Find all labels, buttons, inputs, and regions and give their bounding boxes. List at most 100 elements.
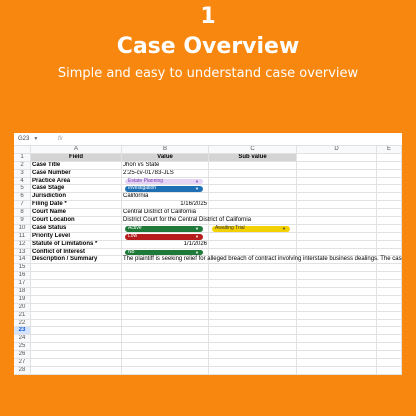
column-header-c[interactable]: C [209,146,297,154]
row-header[interactable]: 21 [14,311,31,320]
cell[interactable] [297,185,377,194]
field-cell[interactable]: Case Number [31,169,122,178]
value-cell[interactable]: California [122,193,209,202]
cell[interactable] [31,335,122,344]
cell[interactable] [297,232,377,241]
row-header[interactable]: 15 [14,264,31,273]
value-cell[interactable]: Estate Planning ▼ [122,177,209,186]
cell[interactable] [297,201,377,210]
cell[interactable] [377,311,402,320]
value-cell[interactable]: The plaintiff is seeking relief for alle… [122,256,402,265]
field-cell[interactable]: Jurisdiction [31,193,122,202]
row-header[interactable]: 26 [14,351,31,360]
column-header-d[interactable]: D [297,146,377,154]
row-header[interactable]: 2 [14,161,31,170]
cell[interactable] [209,209,297,218]
chevron-down-icon[interactable]: ▼ [33,136,38,142]
cell[interactable] [209,177,297,186]
cell[interactable] [377,185,402,194]
cell[interactable] [122,280,209,289]
cell[interactable] [209,327,297,336]
cell[interactable] [297,359,377,367]
cell[interactable] [209,169,297,178]
cell[interactable] [209,311,297,320]
cell[interactable] [31,264,122,273]
value-cell[interactable]: Jhon vs State [122,161,209,170]
cell[interactable] [297,343,377,352]
cell[interactable] [122,359,209,367]
cell[interactable] [297,153,377,162]
row-header[interactable]: 28 [14,366,31,375]
cell[interactable] [377,335,402,344]
cell[interactable] [377,343,402,352]
cell[interactable] [209,201,297,210]
cell[interactable] [31,319,122,328]
cell[interactable] [31,366,122,375]
cell[interactable] [297,264,377,273]
cell[interactable] [297,366,377,375]
cell[interactable] [209,295,297,304]
cell[interactable] [209,248,297,257]
cell[interactable] [209,319,297,328]
practice-area-dropdown[interactable]: Estate Planning ▼ [125,178,203,185]
cell[interactable] [377,209,402,218]
cell[interactable] [122,343,209,352]
column-header-e[interactable]: E [377,146,402,154]
cell[interactable] [297,217,377,225]
field-cell[interactable]: Priority Level [31,232,122,241]
cell[interactable] [31,359,122,367]
cell[interactable] [297,224,377,233]
cell[interactable] [122,295,209,304]
header-field[interactable]: Field [31,153,122,162]
value-cell[interactable]: Active ▼ [122,224,209,233]
value-cell[interactable]: 1/1/2026 [122,240,209,249]
value-cell[interactable]: Central District of California [122,209,209,218]
priority-dropdown[interactable]: Low ▼ [125,233,203,240]
cell[interactable] [377,327,402,336]
cell[interactable] [297,351,377,360]
cell[interactable] [377,264,402,273]
cell[interactable] [377,288,402,296]
field-cell[interactable]: Case Title [31,161,122,170]
field-cell[interactable]: Statute of Limitations * [31,240,122,249]
cell[interactable] [377,248,402,257]
cell[interactable] [297,280,377,289]
row-header[interactable]: 14 [14,256,31,265]
cell[interactable] [297,319,377,328]
cell[interactable] [122,351,209,360]
row-header[interactable]: 12 [14,240,31,249]
value-cell[interactable]: 1/16/2025 [122,201,209,210]
cell[interactable] [377,201,402,210]
field-cell[interactable]: Practice Area [31,177,122,186]
cell[interactable] [377,366,402,375]
case-stage-dropdown[interactable]: Investigation ▼ [125,186,203,193]
cell[interactable] [297,327,377,336]
select-all-corner[interactable] [14,146,31,154]
row-header[interactable]: 7 [14,201,31,210]
cell[interactable] [297,272,377,281]
cell[interactable] [377,272,402,281]
cell[interactable] [209,351,297,360]
cell[interactable] [122,311,209,320]
cell[interactable] [209,288,297,296]
row-header[interactable]: 22 [14,319,31,328]
cell[interactable] [377,224,402,233]
cell[interactable] [297,240,377,249]
cell[interactable] [31,351,122,360]
row-header[interactable]: 9 [14,217,31,225]
cell[interactable] [209,161,297,170]
field-cell[interactable]: Court Location [31,217,122,225]
cell[interactable] [122,288,209,296]
cell[interactable] [122,327,209,336]
row-header[interactable]: 23 [14,327,31,336]
cell[interactable] [377,280,402,289]
header-sub-value[interactable]: Sub value [209,153,297,162]
cell[interactable] [377,240,402,249]
cell[interactable] [122,366,209,375]
cell[interactable] [209,343,297,352]
cell[interactable] [209,335,297,344]
row-header[interactable]: 24 [14,335,31,344]
cell[interactable] [377,177,402,186]
column-header-a[interactable]: A [31,146,122,154]
value-cell[interactable]: Low ▼ [122,232,209,241]
